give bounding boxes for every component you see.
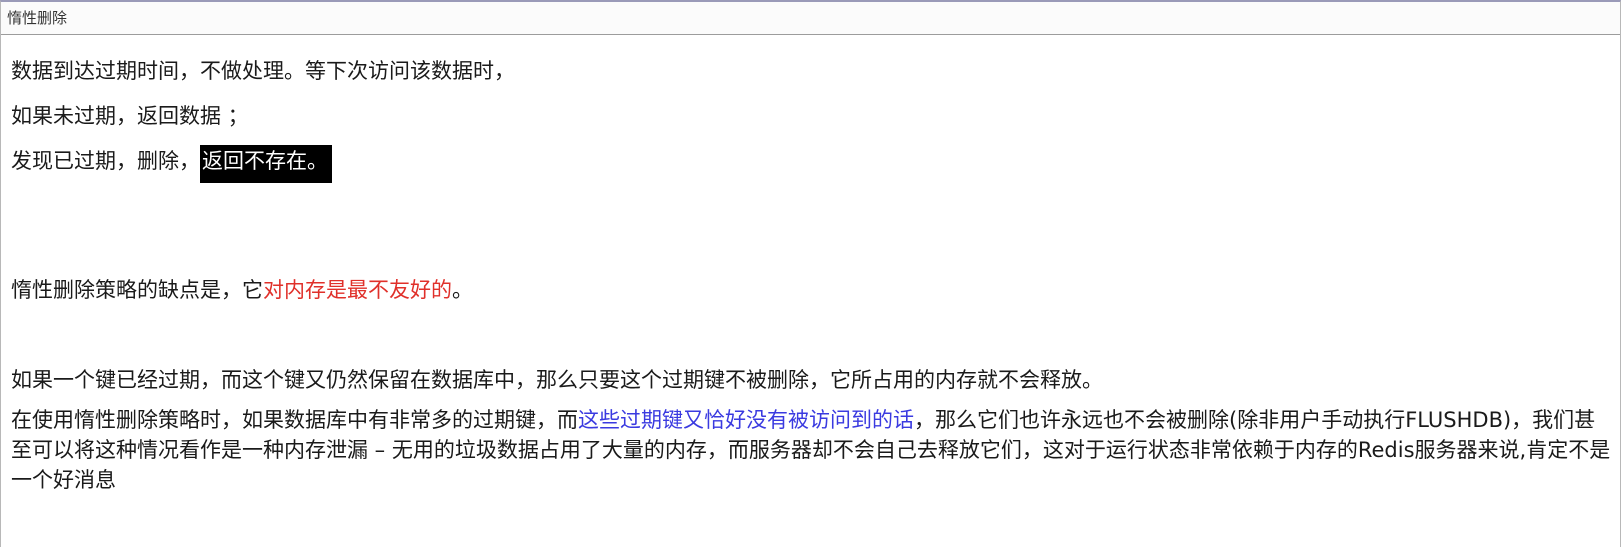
highlighted-phrase: 这些过期键又恰好没有被访问到的话 bbox=[578, 408, 914, 432]
text-line: 数据到达过期时间，不做处理。等下次访问该数据时， bbox=[11, 56, 515, 86]
text-span: 惰性删除策略的缺点是，它 bbox=[11, 278, 263, 302]
text-line: 惰性删除策略的缺点是，它对内存是最不友好的。 bbox=[11, 275, 473, 305]
text-span: 如果一个键已经过期，而这个键又仍然保留在数据库中，那么只要这个过期键不被删除，它… bbox=[11, 368, 1103, 392]
emphasis-text: 对内存是最不友好的 bbox=[263, 278, 452, 302]
text-line: 发现已过期，删除，返回不存在。 bbox=[11, 145, 332, 183]
document-window: 惰性删除 数据到达过期时间，不做处理。等下次访问该数据时， 如果未过期，返回数据… bbox=[0, 0, 1621, 547]
selected-text-highlight[interactable]: 返回不存在。 bbox=[200, 145, 332, 183]
paragraph: 在使用惰性删除策略时，如果数据库中有非常多的过期键，而这些过期键又恰好没有被访问… bbox=[11, 405, 1612, 495]
text-span: 。 bbox=[452, 278, 473, 302]
window-title: 惰性删除 bbox=[1, 2, 1620, 35]
text-line: 如果未过期，返回数据 ； bbox=[11, 101, 249, 131]
text-span: 在使用惰性删除策略时，如果数据库中有非常多的过期键，而 bbox=[11, 408, 578, 432]
text-line: 如果一个键已经过期，而这个键又仍然保留在数据库中，那么只要这个过期键不被删除，它… bbox=[11, 365, 1103, 395]
text-span: 发现已过期，删除， bbox=[11, 149, 200, 173]
text-span: 如果未过期，返回数据 ； bbox=[11, 104, 249, 128]
text-span: 数据到达过期时间，不做处理。等下次访问该数据时， bbox=[11, 59, 515, 83]
